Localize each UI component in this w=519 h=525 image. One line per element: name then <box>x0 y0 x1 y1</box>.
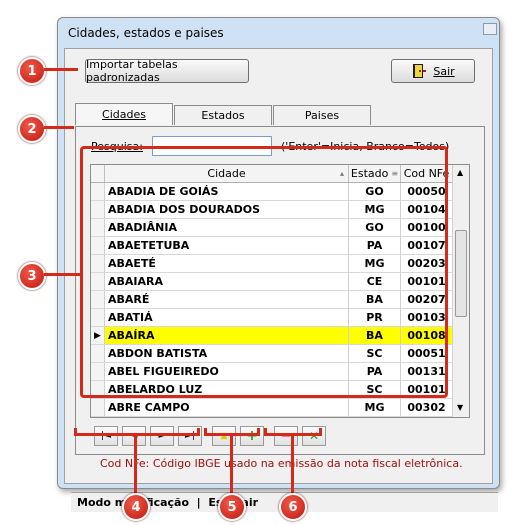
callout-3-arrow <box>44 273 80 276</box>
callout-6: 6 <box>279 493 307 521</box>
scroll-thumb[interactable] <box>455 230 467 317</box>
table-row[interactable]: ABRE CAMPO MG 00302 <box>91 399 453 417</box>
callout-2-arrow <box>44 126 74 129</box>
row-indicator <box>91 399 105 416</box>
callout-1: 1 <box>18 57 46 85</box>
window-control-icon[interactable] <box>483 23 497 35</box>
scroll-up-icon[interactable]: ▲ <box>457 168 463 177</box>
tab-estados-label: Estados <box>201 109 245 122</box>
callout-6-line <box>291 434 294 494</box>
cell-estado: MG <box>349 399 401 416</box>
callout-3: 3 <box>18 262 46 290</box>
tab-paises-label: Paises <box>304 109 340 122</box>
vertical-scrollbar[interactable]: ▲ ▼ <box>452 165 469 417</box>
tab-paises[interactable]: Paises <box>273 105 371 125</box>
callout-4-label: 4 <box>131 499 141 515</box>
callout-5-line <box>230 434 233 494</box>
callout-2: 2 <box>18 115 46 143</box>
import-tables-button[interactable]: Importar tabelas padronizadas <box>85 58 249 84</box>
callout-1-label: 1 <box>27 63 37 79</box>
callout-5-label: 5 <box>227 499 237 515</box>
callout-1-arrow <box>44 68 78 71</box>
tab-cidades[interactable]: Cidades <box>75 103 173 125</box>
title-bar: Cidades, estados e paises <box>58 18 499 48</box>
callout-4: 4 <box>122 493 150 521</box>
exit-button[interactable]: Sair <box>391 59 475 83</box>
scroll-down-icon[interactable]: ▼ <box>457 403 463 412</box>
grid-highlight-box <box>80 146 448 398</box>
tab-cidades-label: Cidades <box>102 108 146 121</box>
nav-bracket-4 <box>74 428 200 436</box>
door-exit-icon <box>413 64 427 78</box>
import-tables-label: Importar tabelas padronizadas <box>86 58 178 84</box>
callout-3-label: 3 <box>27 268 37 284</box>
callout-5: 5 <box>218 493 246 521</box>
tab-estados[interactable]: Estados <box>174 105 272 125</box>
callout-6-label: 6 <box>288 499 298 515</box>
cod-nfe-note: Cod NFe: Código IBGE usado na emissão da… <box>100 457 463 470</box>
cell-cidade: ABRE CAMPO <box>105 399 349 416</box>
window-title: Cidades, estados e paises <box>68 26 224 40</box>
callout-2-label: 2 <box>27 121 37 137</box>
exit-label: Sair <box>433 64 455 78</box>
cell-cod-nfe: 00302 <box>401 399 453 416</box>
callout-4-line <box>134 434 137 494</box>
